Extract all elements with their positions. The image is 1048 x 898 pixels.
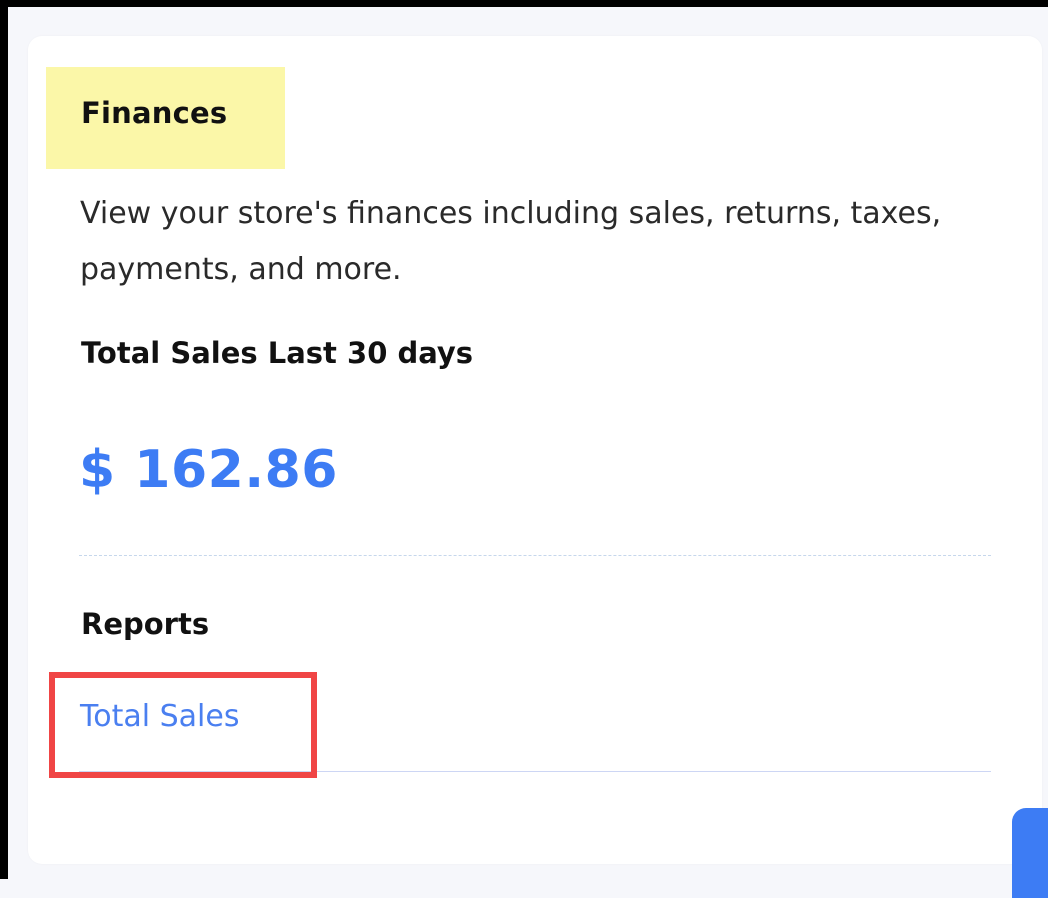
total-sales-label: Total Sales Last 30 days — [81, 336, 474, 370]
annotation-highlight-box — [49, 672, 317, 778]
reports-heading: Reports — [81, 607, 210, 641]
section-divider — [79, 555, 991, 556]
total-sales-value: $ 162.86 — [79, 440, 338, 500]
floating-action-button[interactable] — [1012, 808, 1048, 898]
section-title: Finances — [81, 96, 228, 130]
section-description: View your store's finances including sal… — [80, 196, 942, 287]
